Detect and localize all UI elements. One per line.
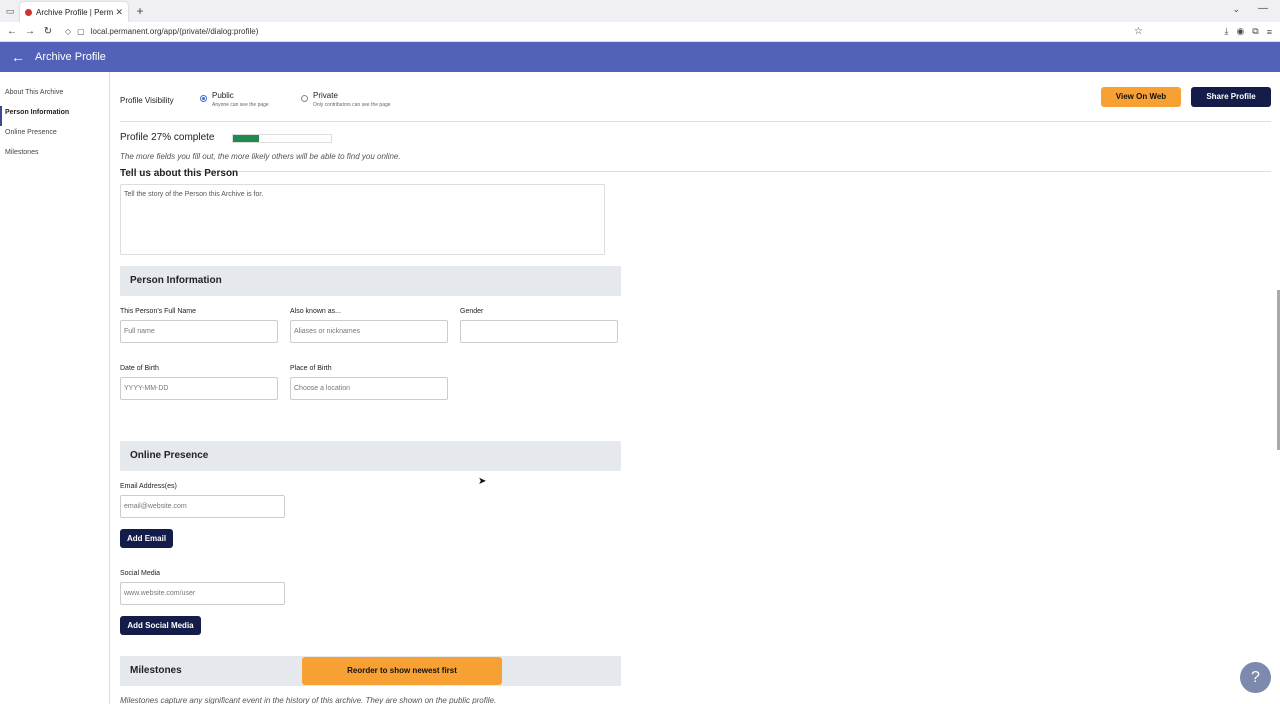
sidebar-item-online-presence[interactable]: Online Presence — [0, 126, 109, 146]
back-arrow-icon[interactable]: ← — [11, 49, 27, 65]
url-text[interactable]: local.permanent.org/app/(private//dialog… — [91, 27, 259, 36]
browser-nav-bar: ← → ↻ ◇ ▢ local.permanent.org/app/(priva… — [0, 22, 1280, 42]
social-media-field[interactable]: www.website.com/user — [120, 582, 285, 605]
sidebar: About This Archive Person Information On… — [0, 72, 110, 704]
main-panel: Profile Visibility Public Anyone can see… — [110, 72, 1280, 704]
tab-overflow-chevron-icon[interactable]: ⌄ — [1232, 4, 1240, 15]
browser-tab[interactable]: Archive Profile | Permanent ✕ — [20, 2, 128, 22]
public-label: Public — [212, 91, 234, 100]
favicon-icon — [25, 8, 32, 16]
page-title: Archive Profile — [35, 51, 106, 63]
pob-field[interactable]: Choose a location — [290, 377, 448, 400]
private-radio-icon[interactable] — [301, 95, 308, 102]
progress-bar — [232, 134, 332, 143]
progress-title: Profile 27% complete — [120, 132, 215, 143]
aka-label: Also known as... — [290, 308, 341, 315]
share-profile-button[interactable]: Share Profile — [1191, 87, 1271, 107]
lock-icon: ▢ — [77, 27, 85, 36]
new-tab-icon[interactable]: + — [131, 4, 149, 18]
back-icon[interactable]: ← — [3, 26, 21, 37]
dob-label: Date of Birth — [120, 365, 159, 372]
mouse-cursor-icon: ➤ — [478, 476, 487, 487]
aka-field[interactable]: Aliases or nicknames — [290, 320, 448, 343]
public-sublabel: Anyone can see the page — [212, 102, 269, 108]
download-icon[interactable]: ⤓ — [1224, 26, 1228, 37]
window-minimize-icon[interactable]: — — [1258, 3, 1268, 14]
account-icon[interactable]: ◉ — [1236, 26, 1244, 37]
public-radio[interactable]: Public Anyone can see the page — [200, 91, 269, 109]
content-area: About This Archive Person Information On… — [0, 72, 1280, 704]
app-header: ← Archive Profile — [0, 42, 1280, 72]
private-sublabel: Only contributors can see the page — [313, 102, 391, 108]
email-field[interactable]: email@website.com — [120, 495, 285, 518]
menu-icon[interactable]: ≡ — [1267, 27, 1272, 37]
tab-title: Archive Profile | Permanent — [36, 7, 114, 17]
email-label: Email Address(es) — [120, 483, 177, 490]
public-radio-icon[interactable] — [200, 95, 207, 102]
visibility-row: Profile Visibility Public Anyone can see… — [120, 86, 1271, 122]
sidebar-item-milestones[interactable]: Milestones — [0, 146, 109, 166]
url-bar[interactable]: ◇ ▢ local.permanent.org/app/(private//di… — [65, 24, 1224, 40]
progress-note: The more fields you fill out, the more l… — [120, 152, 401, 161]
progress-row: Profile 27% complete The more fields you… — [120, 132, 1271, 172]
tab-close-icon[interactable]: ✕ — [115, 7, 123, 18]
private-radio[interactable]: Private Only contributors can see the pa… — [301, 91, 391, 109]
tab-list-icon[interactable]: ▭ — [0, 0, 20, 22]
forward-icon[interactable]: → — [21, 26, 39, 37]
person-info-heading: Person Information — [120, 266, 621, 296]
dob-field[interactable]: YYYY-MM-DD — [120, 377, 278, 400]
reload-icon[interactable]: ↻ — [39, 26, 57, 37]
full-name-label: This Person's Full Name — [120, 308, 197, 315]
sidebar-item-about[interactable]: About This Archive — [0, 86, 109, 106]
extensions-icon[interactable]: ⧉ — [1252, 26, 1258, 37]
add-social-media-button[interactable]: Add Social Media — [120, 616, 201, 635]
gender-field[interactable] — [460, 320, 618, 343]
gender-label: Gender — [460, 308, 484, 315]
story-title: Tell us about this Person — [120, 168, 239, 179]
sidebar-item-person-information[interactable]: Person Information — [0, 106, 109, 126]
shield-icon: ◇ — [65, 27, 72, 36]
milestones-note: Milestones capture any significant event… — [120, 696, 497, 704]
progress-bar-fill — [233, 135, 260, 142]
add-email-button[interactable]: Add Email — [120, 529, 173, 548]
pob-label: Place of Birth — [290, 365, 332, 372]
visibility-label: Profile Visibility — [120, 96, 174, 105]
reorder-button[interactable]: Reorder to show newest first — [302, 657, 502, 685]
social-media-label: Social Media — [120, 570, 161, 577]
story-textarea[interactable]: Tell the story of the Person this Archiv… — [120, 184, 605, 255]
help-button[interactable]: ? — [1240, 662, 1271, 693]
view-on-web-button[interactable]: View On Web — [1101, 87, 1181, 107]
full-name-field[interactable]: Full name — [120, 320, 278, 343]
bookmark-star-icon[interactable]: ☆ — [1134, 26, 1143, 37]
online-presence-heading: Online Presence — [120, 441, 621, 471]
private-label: Private — [313, 91, 338, 100]
browser-tab-bar: ▭ Archive Profile | Permanent ✕ + ⌄ — — [0, 0, 1280, 22]
